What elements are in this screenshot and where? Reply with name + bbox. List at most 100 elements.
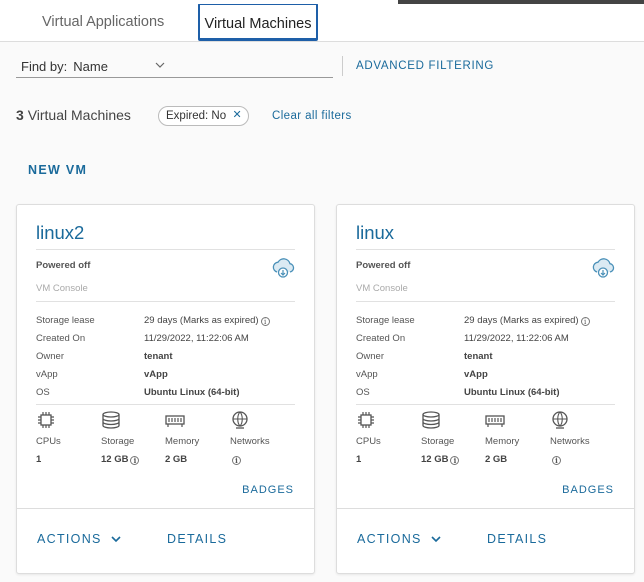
clear-all-filters-link[interactable]: Clear all filters — [272, 110, 352, 122]
vm-properties: Storage lease 29 days (Marks as expired) i… — [356, 311, 616, 401]
info-icon[interactable]: i — [232, 456, 241, 465]
resource-label: Networks — [230, 436, 270, 447]
prop-value: 29 days (Marks as expired) i — [464, 315, 590, 326]
actions-label: ACTIONS — [37, 532, 102, 546]
divider — [36, 249, 295, 250]
prop-label: Owner — [356, 350, 384, 362]
prop-created-on: Created On 11/29/2022, 11:22:06 AM — [36, 329, 296, 347]
prop-label: Storage lease — [356, 314, 415, 326]
prop-value: tenant — [464, 350, 493, 362]
prop-label: vApp — [356, 368, 378, 380]
advanced-filtering-link[interactable]: ADVANCED FILTERING — [356, 60, 494, 72]
network-icon — [232, 411, 248, 429]
resource-label: Storage — [101, 436, 135, 447]
prop-value: 29 days (Marks as expired) i — [144, 315, 270, 326]
badges-link[interactable]: BADGES — [562, 484, 614, 496]
details-button[interactable]: DETAILS — [167, 532, 227, 546]
storage-value: 12 GB — [421, 454, 449, 465]
resource-value: i — [230, 454, 241, 465]
divider — [356, 404, 615, 405]
prop-label: OS — [356, 386, 370, 398]
resource-storage: Storage 12 GB i — [421, 410, 491, 465]
resource-label: Networks — [550, 436, 590, 447]
resource-label: CPUs — [36, 436, 61, 447]
power-status: Powered off — [36, 260, 91, 271]
close-icon[interactable]: ✕ — [231, 109, 243, 121]
find-by-select[interactable]: Find by: Name — [16, 56, 333, 78]
vm-count-number: 3 — [16, 107, 24, 123]
power-status: Powered off — [356, 260, 411, 271]
prop-label: Storage lease — [36, 314, 95, 326]
vm-count: 3 Virtual Machines — [16, 107, 131, 123]
actions-dropdown[interactable]: ACTIONS — [357, 532, 442, 546]
tab-virtual-applications[interactable]: Virtual Applications — [42, 3, 164, 41]
prop-value: vApp — [144, 368, 168, 380]
prop-value: vApp — [464, 368, 488, 380]
prop-created-on: Created On 11/29/2022, 11:22:06 AM — [356, 329, 616, 347]
resource-networks: Networks i — [550, 410, 620, 465]
divider — [36, 301, 295, 302]
info-icon[interactable]: i — [552, 456, 561, 465]
info-icon[interactable]: i — [450, 456, 460, 465]
memory-icon — [485, 415, 505, 427]
chevron-down-icon — [431, 536, 441, 543]
resource-cpus: CPUs 1 — [356, 410, 426, 465]
prop-vapp: vApp vApp — [36, 365, 296, 383]
top-strip — [0, 0, 644, 4]
vm-console-link: VM Console — [356, 283, 408, 294]
resource-value: 12 GB i — [421, 454, 460, 465]
prop-os: OS Ubuntu Linux (64-bit) — [356, 383, 616, 401]
tab-virtual-machines[interactable]: Virtual Machines — [198, 3, 318, 41]
find-by-label: Find by: — [21, 59, 68, 74]
prop-owner: Owner tenant — [36, 347, 296, 365]
prop-label: OS — [36, 386, 50, 398]
divider — [36, 404, 295, 405]
cloud-download-icon[interactable] — [590, 255, 616, 281]
prop-value: Ubuntu Linux (64-bit) — [464, 386, 560, 398]
resource-label: CPUs — [356, 436, 381, 447]
info-icon[interactable]: i — [260, 316, 270, 326]
divider — [337, 508, 634, 509]
prop-os: OS Ubuntu Linux (64-bit) — [36, 383, 296, 401]
vm-console-link: VM Console — [36, 283, 88, 294]
prop-storage-lease: Storage lease 29 days (Marks as expired) i — [356, 311, 616, 329]
chevron-down-icon — [155, 62, 165, 68]
cpu-icon — [358, 412, 374, 428]
cpu-icon — [38, 412, 54, 428]
prop-label: vApp — [36, 368, 58, 380]
info-icon[interactable]: i — [580, 316, 590, 326]
vm-name-link[interactable]: linux — [356, 222, 394, 244]
storage-value: 12 GB — [101, 454, 129, 465]
resource-cpus: CPUs 1 — [36, 410, 106, 465]
filter-chip-expired: Expired: No ✕ — [158, 106, 250, 126]
resource-memory: Memory 2 GB — [165, 410, 235, 465]
resource-memory: Memory 2 GB — [485, 410, 555, 465]
storage-icon — [102, 411, 120, 429]
resource-value: 1 — [36, 454, 42, 465]
storage-icon — [422, 411, 440, 429]
vm-card: linux2 Powered off VM Console Storage le… — [16, 204, 315, 574]
prop-owner: Owner tenant — [356, 347, 616, 365]
network-icon — [552, 411, 568, 429]
divider — [17, 508, 314, 509]
resource-value: 2 GB — [165, 454, 188, 465]
resource-value: 12 GB i — [101, 454, 140, 465]
resource-value: i — [550, 454, 561, 465]
badges-link[interactable]: BADGES — [242, 484, 294, 496]
prop-value: 11/29/2022, 11:22:06 AM — [144, 332, 249, 344]
storage-lease-value: 29 days (Marks as expired) — [144, 314, 259, 326]
actions-dropdown[interactable]: ACTIONS — [37, 532, 122, 546]
info-icon[interactable]: i — [130, 456, 140, 465]
resource-label: Memory — [165, 436, 200, 447]
resource-value: 2 GB — [485, 454, 508, 465]
vm-card: linux Powered off VM Console Storage lea… — [336, 204, 635, 574]
cloud-download-icon[interactable] — [270, 255, 296, 281]
prop-vapp: vApp vApp — [356, 365, 616, 383]
details-button[interactable]: DETAILS — [487, 532, 547, 546]
vm-name-link[interactable]: linux2 — [36, 222, 84, 244]
divider — [356, 249, 615, 250]
divider — [342, 56, 343, 76]
new-vm-button[interactable]: NEW VM — [28, 163, 87, 177]
prop-label: Owner — [36, 350, 64, 362]
resource-value: 1 — [356, 454, 362, 465]
